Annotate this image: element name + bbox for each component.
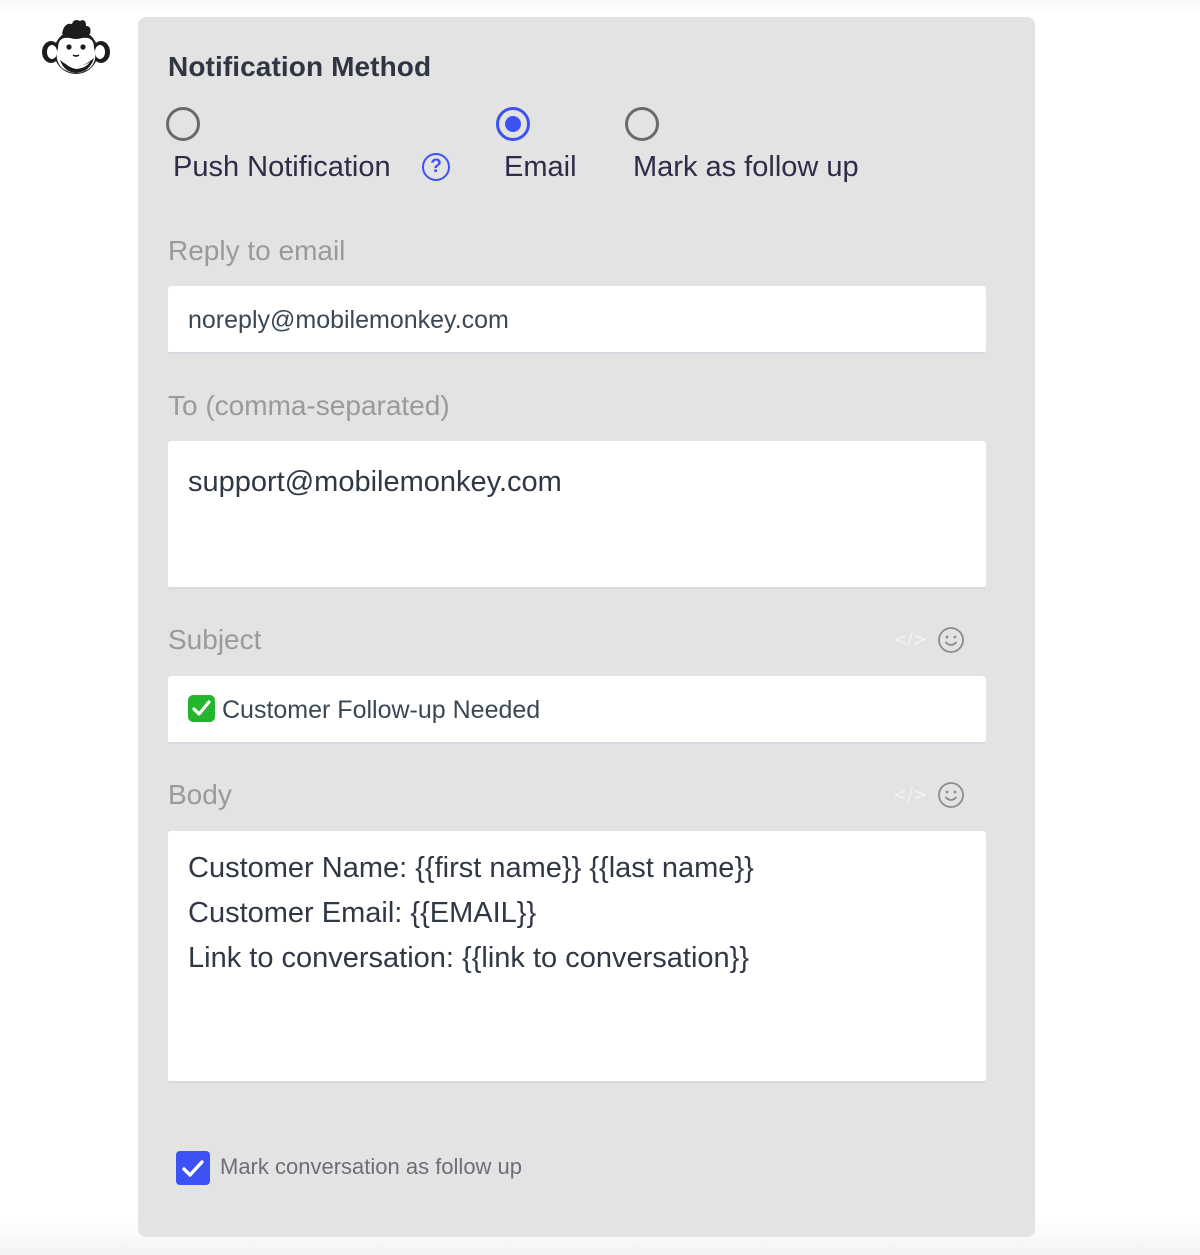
- body-line: Customer Email: {{EMAIL}}: [188, 897, 537, 929]
- to-recipients-textarea[interactable]: support@mobilemonkey.com: [168, 441, 986, 589]
- subject-value: Customer Follow-up Needed: [222, 696, 541, 724]
- subject-label: Subject: [168, 624, 262, 655]
- reply-to-email-input[interactable]: noreply@mobilemonkey.com: [168, 286, 986, 354]
- body-label: Body: [168, 779, 232, 810]
- radio-email[interactable]: [496, 107, 530, 141]
- mark-conversation-follow-up-label[interactable]: Mark conversation as follow up: [220, 1154, 522, 1180]
- radio-label-mark-as-follow-up: Mark as follow up: [633, 151, 859, 183]
- mobilemonkey-logo: [40, 16, 112, 84]
- mark-conversation-follow-up-checkbox[interactable]: [176, 1151, 210, 1185]
- check-mark-button-emoji: [188, 695, 215, 722]
- subject-code-icon[interactable]: </>: [893, 629, 927, 651]
- subject-emoji-smiley-icon[interactable]: [937, 626, 965, 659]
- body-code-icon[interactable]: </>: [893, 784, 927, 806]
- subject-input[interactable]: Customer Follow-up Needed: [168, 676, 986, 744]
- body-line: Customer Name: {{first name}} {{last nam…: [188, 852, 754, 884]
- notification-method-title: Notification Method: [168, 51, 432, 82]
- reply-to-email-label: Reply to email: [168, 235, 346, 266]
- monkey-face-icon: [42, 20, 110, 74]
- checkmark-icon: [182, 1160, 204, 1177]
- to-recipients-label: To (comma-separated): [168, 390, 450, 421]
- radio-option-email[interactable]: Email: [496, 107, 616, 197]
- body-emoji-smiley-icon[interactable]: [937, 781, 965, 814]
- radio-label-email: Email: [504, 151, 577, 183]
- radio-label-push-notification: Push Notification: [173, 151, 391, 183]
- reply-to-email-value: noreply@mobilemonkey.com: [188, 306, 509, 334]
- radio-option-push-notification[interactable]: Push Notification ?: [166, 107, 466, 197]
- body-line: Link to conversation: {{link to conversa…: [188, 942, 750, 974]
- radio-push-notification[interactable]: [166, 107, 200, 141]
- question-circle-icon[interactable]: ?: [422, 153, 450, 181]
- radio-option-mark-as-follow-up[interactable]: Mark as follow up: [625, 107, 905, 197]
- to-recipients-value: support@mobilemonkey.com: [188, 466, 562, 498]
- body-textarea[interactable]: Customer Name: {{first name}} {{last nam…: [168, 831, 986, 1083]
- notification-settings-panel: Notification Method Push Notification ? …: [138, 17, 1035, 1237]
- radio-mark-as-follow-up[interactable]: [625, 107, 659, 141]
